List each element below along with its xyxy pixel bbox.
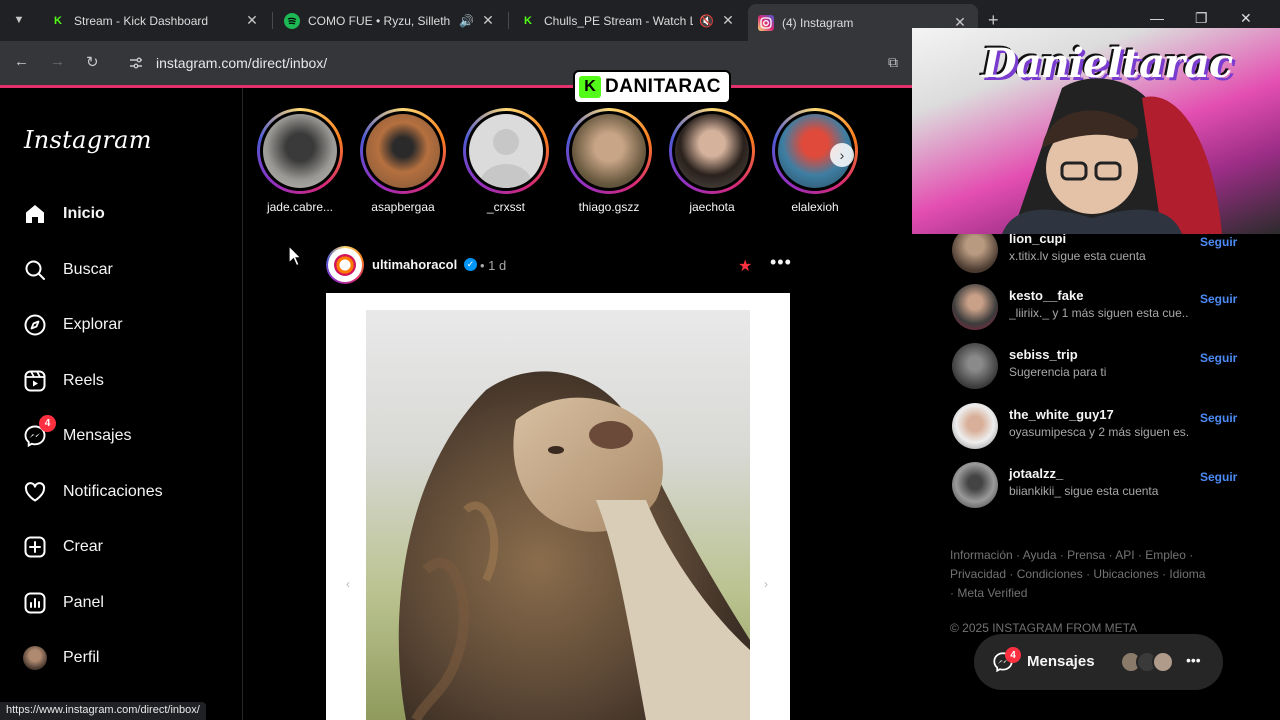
sidebar-item-inicio[interactable]: Inicio — [22, 197, 105, 231]
carousel-prev-button[interactable]: ‹ — [336, 572, 360, 596]
tab-chulls-stream[interactable]: K Chulls_PE Stream - Watch L 🔇 ✕ — [510, 6, 746, 35]
compass-icon — [22, 312, 48, 338]
suggestion-row: lion_cupi x.titix.lv sigue esta cuenta S… — [952, 227, 1242, 275]
instagram-logo[interactable]: Instagram — [24, 126, 152, 154]
reels-icon — [22, 368, 48, 394]
suggestion-row: kesto__fake _liiriix._ y 1 más siguen es… — [952, 284, 1242, 332]
more-options-icon[interactable]: ••• — [770, 252, 792, 273]
muted-speaker-icon[interactable]: 🔇 — [699, 14, 714, 28]
forward-icon[interactable]: → — [50, 53, 65, 70]
speaker-icon[interactable]: 🔊 — [459, 14, 474, 28]
story-item[interactable]: _crxsst — [458, 108, 554, 214]
instagram-sidebar: Instagram Inicio Buscar Explorar Reels 4… — [0, 88, 243, 720]
suggestion-avatar[interactable] — [952, 462, 998, 508]
close-icon[interactable]: ✕ — [480, 12, 496, 29]
tab-spotify[interactable]: COMO FUE • Ryzu, Silleth 🔊 ✕ — [274, 6, 506, 35]
instagram-icon — [758, 14, 774, 31]
messenger-icon: 4 — [22, 415, 56, 449]
follow-button[interactable]: Seguir — [1200, 235, 1237, 249]
follow-button[interactable]: Seguir — [1200, 292, 1237, 306]
story-avatar — [675, 114, 749, 188]
post-username[interactable]: ultimahoracol — [372, 257, 457, 272]
chart-icon — [22, 590, 48, 616]
sidebar-item-reels[interactable]: Reels — [22, 364, 104, 398]
story-avatar — [366, 114, 440, 188]
default-avatar-icon — [469, 114, 543, 188]
sidebar-item-buscar[interactable]: Buscar — [22, 253, 113, 287]
home-icon — [22, 201, 48, 227]
favorite-star-icon: ★ — [738, 258, 753, 275]
suggestion-avatar[interactable] — [952, 343, 998, 389]
back-icon[interactable]: ← — [14, 53, 29, 70]
search-icon — [22, 257, 48, 283]
post-media[interactable]: ‹ › — [326, 293, 790, 720]
plus-square-icon — [22, 534, 48, 560]
tab-kick-dashboard[interactable]: K Stream - Kick Dashboard ✕ — [40, 6, 270, 35]
mouse-cursor-icon — [288, 244, 303, 272]
story-avatar — [263, 114, 337, 188]
minimize-icon[interactable]: — — [1150, 10, 1164, 26]
footer-links[interactable]: Información · Ayuda · Prensa · API · Emp… — [950, 546, 1210, 603]
site-settings-icon[interactable] — [128, 55, 144, 71]
streamer-name-tag: K DANITARAC — [575, 72, 730, 102]
post-time[interactable]: • 1 d — [480, 258, 506, 273]
messages-pill-button[interactable]: 4 Mensajes ••• — [974, 634, 1223, 690]
close-icon[interactable]: ✕ — [244, 12, 260, 29]
kick-icon: K — [54, 14, 62, 27]
carousel-next-button[interactable]: › — [754, 572, 778, 596]
recent-chat-avatars — [1120, 651, 1174, 673]
sidebar-item-crear[interactable]: Crear — [22, 530, 103, 564]
kick-logo-icon: K — [579, 76, 601, 98]
verified-badge-icon: ✓ — [464, 258, 477, 271]
sidebar-item-explorar[interactable]: Explorar — [22, 308, 123, 342]
suggestion-avatar[interactable] — [952, 284, 998, 330]
post-header: ultimahoracol ✓ • 1 d ★ ••• — [326, 246, 792, 284]
story-item[interactable]: jade.cabre... — [252, 108, 348, 214]
browser-status-url: https://www.instagram.com/direct/inbox/ — [0, 702, 206, 720]
sidebar-item-perfil[interactable]: Perfil — [22, 641, 99, 675]
suggestion-row: jotaalzz_ biiankikii_ sigue esta cuenta … — [952, 462, 1242, 510]
story-item[interactable]: jaechota — [664, 108, 760, 214]
profile-avatar — [22, 645, 48, 671]
suggestion-row: sebiss_trip Sugerencia para ti Seguir — [952, 343, 1242, 391]
spotify-icon — [284, 12, 300, 29]
url-text[interactable]: instagram.com/direct/inbox/ — [156, 55, 327, 71]
suggestion-avatar[interactable] — [952, 403, 998, 449]
close-icon[interactable]: ✕ — [720, 12, 736, 29]
follow-button[interactable]: Seguir — [1200, 411, 1237, 425]
suggestion-row: the_white_guy17 oyasumipesca y 2 más sig… — [952, 403, 1242, 451]
follow-button[interactable]: Seguir — [1200, 470, 1237, 484]
heart-icon — [22, 479, 48, 505]
follow-button[interactable]: Seguir — [1200, 351, 1237, 365]
sidebar-item-mensajes[interactable]: 4 Mensajes — [22, 415, 131, 453]
kick-icon: K — [524, 14, 532, 27]
story-avatar — [572, 114, 646, 188]
restore-icon[interactable]: ❐ — [1195, 10, 1208, 27]
copyright: © 2025 INSTAGRAM FROM META — [950, 621, 1138, 635]
close-window-icon[interactable]: ✕ — [1240, 10, 1252, 27]
install-app-icon[interactable]: ⧉ — [888, 54, 898, 71]
webcam-overlay: Danieltarac — [912, 28, 1280, 234]
sidebar-item-panel[interactable]: Panel — [22, 586, 104, 620]
stories-next-button[interactable]: › — [830, 143, 854, 167]
post-author-avatar[interactable] — [326, 246, 364, 284]
story-item[interactable]: thiago.gszz — [561, 108, 657, 214]
more-icon: ••• — [1186, 652, 1201, 668]
sidebar-item-notificaciones[interactable]: Notificaciones — [22, 475, 163, 509]
messages-badge: 4 — [39, 415, 56, 432]
messages-pill-badge: 4 — [1005, 647, 1021, 663]
reload-icon[interactable]: ↻ — [86, 53, 99, 71]
lion-photo — [366, 310, 750, 720]
tab-search-icon[interactable]: ▼ — [8, 9, 30, 31]
story-item[interactable]: asapbergaa — [355, 108, 451, 214]
